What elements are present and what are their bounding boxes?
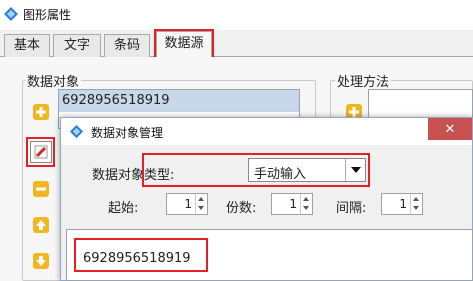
spin-up-icon [303,197,309,201]
move-down-button[interactable] [30,250,52,272]
close-button[interactable]: ✕ [428,118,472,140]
interval-spinbox[interactable]: 1 [381,193,423,215]
window-titlebar: 图形属性 [0,0,473,30]
spin-down-icon [413,206,419,210]
tab-datasource[interactable]: 数据源 [156,31,212,58]
start-spinbox[interactable]: 1 [166,193,208,215]
tab-barcode[interactable]: 条码 [104,34,150,57]
edit-button[interactable] [30,141,52,163]
remove-icon [33,181,49,197]
spin-arrows[interactable] [195,194,207,214]
close-icon: ✕ [444,121,456,137]
add-button[interactable] [30,101,52,123]
data-object-type-value: 手动输入 [254,167,307,182]
spin-up-icon [413,197,419,201]
chevron-down-icon [350,167,361,173]
start-value: 1 [184,197,192,211]
interval-label: 间隔: [336,201,367,216]
copies-value: 1 [289,197,297,211]
spin-down-icon [303,206,309,210]
remove-button[interactable] [30,178,52,200]
dropdown-button[interactable] [345,159,365,181]
data-object-type-select[interactable]: 手动输入 [248,158,366,182]
spin-up-icon [198,197,204,201]
app-diamond-icon [4,7,18,21]
dialog-titlebar: 数据对象管理 ✕ [61,118,472,145]
move-up-button[interactable] [30,214,52,236]
interval-value: 1 [399,197,407,211]
processing-group-label: 处理方法 [335,71,392,90]
content-textarea[interactable]: 6928956518919 [66,229,473,281]
add-icon [33,104,49,120]
content-text: 6928956518919 [83,251,191,266]
list-item[interactable]: 6928956518919 [59,90,299,112]
move-up-icon [33,217,49,233]
dialog-title: 数据对象管理 [91,126,164,140]
tab-basic[interactable]: 基本 [4,34,50,57]
window-title: 图形属性 [23,8,72,22]
spin-down-icon [198,206,204,210]
tab-text[interactable]: 文字 [53,34,101,57]
spin-arrows[interactable] [300,194,312,214]
copies-label: 份数: [226,201,257,216]
app-diamond-icon [69,124,84,139]
data-object-type-label: 数据对象类型: [92,168,175,183]
move-down-icon [33,253,49,269]
tab-bar: 基本 文字 条码 数据源 [0,30,473,58]
edit-icon [34,145,48,159]
data-objects-group-label: 数据对象 [25,71,82,90]
spin-arrows[interactable] [410,194,422,214]
start-label: 起始: [108,201,139,216]
copies-spinbox[interactable]: 1 [271,193,313,215]
